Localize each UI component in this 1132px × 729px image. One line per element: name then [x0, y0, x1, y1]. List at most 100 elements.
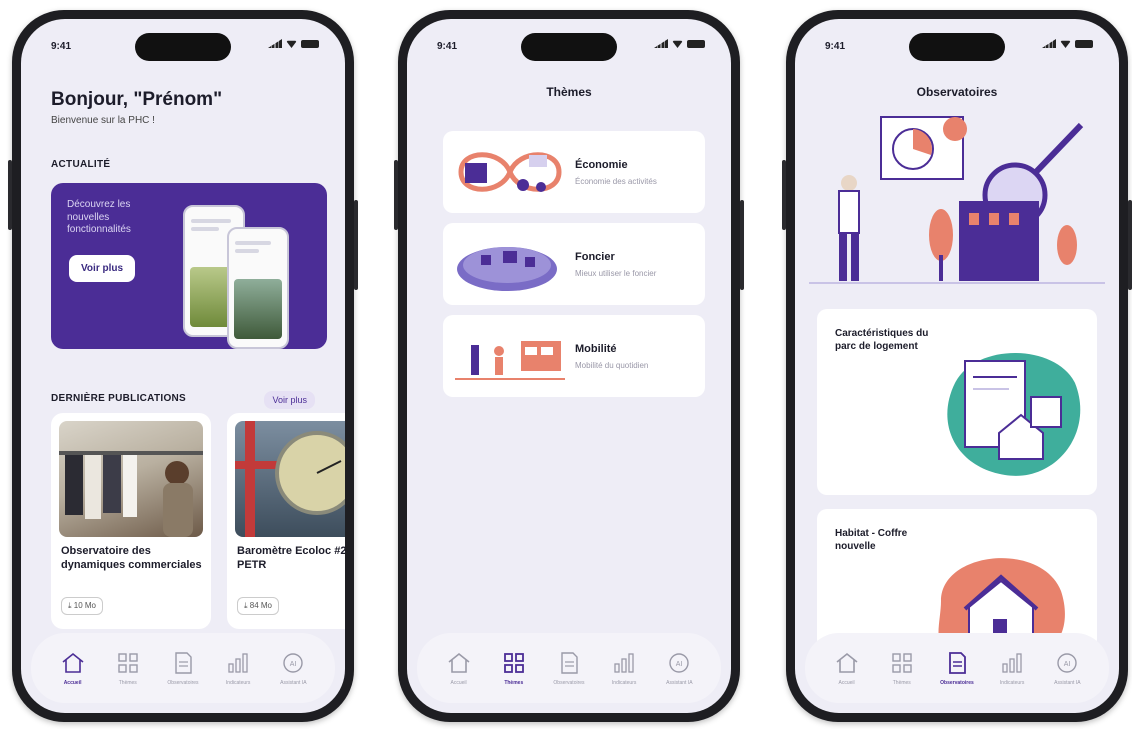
observatoires-screen: 9:41 Observatoires Caractéristiques du p…: [795, 19, 1119, 713]
theme-name: Foncier: [575, 251, 615, 263]
ai-assistant-icon: AI: [669, 653, 690, 673]
phone-home: 9:41 Bonjour, "Prénom" Bienvenue sur la …: [8, 10, 358, 722]
land-illustration: [457, 247, 557, 291]
welcome-subtitle: Bienvenue sur la PHC !: [51, 115, 155, 126]
tab-label: Indicateurs: [999, 680, 1025, 686]
document-icon: [949, 652, 966, 674]
publication-card[interactable]: Baromètre Ecoloc #2 du PETR ⤓ 84 Mo: [227, 413, 345, 629]
home-icon: [836, 652, 858, 673]
svg-text:AI: AI: [290, 661, 297, 668]
home-screen: 9:41 Bonjour, "Prénom" Bienvenue sur la …: [21, 19, 345, 713]
grid-icon: [118, 653, 138, 673]
news-see-more-button[interactable]: Voir plus: [69, 255, 136, 282]
tab-label: Assistant IA: [666, 680, 693, 686]
tab-observatoires[interactable]: Observatoires: [157, 650, 209, 686]
tab-indicateurs[interactable]: Indicateurs: [212, 650, 264, 686]
tab-indicateurs[interactable]: Indicateurs: [986, 650, 1038, 686]
signal-icon: [268, 39, 282, 48]
status-icons: [654, 39, 705, 48]
theme-subtitle: Économie des activités: [575, 177, 657, 186]
tab-themes[interactable]: Thèmes: [488, 650, 540, 686]
theme-name: Mobilité: [575, 343, 617, 355]
publication-download-badge[interactable]: ⤓ 84 Mo: [237, 597, 279, 615]
publication-image-clothes: [59, 421, 203, 537]
tab-label: Thèmes: [892, 680, 911, 686]
publication-size: 84 Mo: [249, 601, 272, 610]
themes-screen: 9:41 Thèmes Économie Économie des activi…: [407, 19, 731, 713]
svg-text:AI: AI: [676, 661, 683, 668]
document-icon: [561, 652, 578, 674]
tab-label: Accueil: [450, 680, 467, 686]
bar-chart-icon: [1002, 653, 1022, 673]
mobility-illustration: [455, 341, 565, 380]
economy-illustration: [458, 152, 562, 192]
phone-observatoires: 9:41 Observatoires Caractéristiques du p…: [782, 10, 1132, 722]
status-time: 9:41: [437, 41, 458, 52]
tab-indicateurs[interactable]: Indicateurs: [598, 650, 650, 686]
wifi-icon: [286, 40, 297, 48]
tab-bar: Accueil Thèmes Observatoires Indicateurs…: [417, 633, 721, 703]
publication-image-gauge: [235, 421, 345, 537]
status-time: 9:41: [51, 41, 72, 52]
battery-icon: [687, 39, 705, 48]
tab-observatoires[interactable]: Observatoires: [543, 650, 595, 686]
theme-subtitle: Mieux utiliser le foncier: [575, 269, 657, 278]
home-icon: [62, 652, 84, 673]
theme-subtitle: Mobilité du quotidien: [575, 361, 649, 370]
ai-assistant-icon: AI: [1057, 653, 1078, 673]
tab-observatoires[interactable]: Observatoires: [931, 650, 983, 686]
battery-icon: [301, 39, 319, 48]
tab-assistant[interactable]: AI Assistant IA: [653, 650, 705, 686]
page-title: Thèmes: [546, 85, 592, 99]
tab-label: Thèmes: [504, 680, 524, 686]
publication-size: 10 Mo: [73, 601, 96, 610]
tab-label: Indicateurs: [611, 680, 637, 686]
svg-text:AI: AI: [1064, 661, 1071, 668]
tab-themes[interactable]: Thèmes: [876, 650, 928, 686]
dynamic-island: [909, 33, 1005, 61]
wifi-icon: [672, 40, 683, 48]
tab-label: Observatoires: [940, 680, 974, 686]
observatory-card[interactable]: Caractéristiques du parc de logement: [817, 309, 1097, 495]
tab-label: Accueil: [63, 680, 82, 686]
pressure-gauge-photo: [235, 421, 345, 537]
theme-card-economie[interactable]: Économie Économie des activités: [443, 131, 705, 213]
tab-label: Thèmes: [118, 680, 137, 686]
observatory-card[interactable]: Habitat - Coffre nouvelle: [817, 509, 1097, 649]
status-icons: [1042, 39, 1093, 48]
home-icon: [448, 652, 470, 673]
news-card[interactable]: Découvrez les nouvelles fonctionnalités …: [51, 183, 327, 349]
tab-label: Observatoires: [167, 680, 199, 686]
tab-bar: Accueil Thèmes Observatoires Indicateurs…: [31, 633, 335, 703]
housing-report-illustration: [947, 353, 1081, 476]
tab-label: Assistant IA: [1054, 680, 1081, 686]
status-icons: [268, 39, 319, 48]
greeting-title: Bonjour, "Prénom": [51, 89, 223, 110]
status-time: 9:41: [825, 41, 846, 52]
publication-title: Baromètre Ecoloc #2 du PETR: [237, 545, 345, 571]
news-card-text: Découvrez les nouvelles fonctionnalités: [67, 199, 131, 235]
bar-chart-icon: [228, 653, 248, 673]
publication-download-badge[interactable]: ⤓ 10 Mo: [61, 597, 103, 615]
tab-home[interactable]: Accueil: [433, 650, 485, 686]
document-icon: [175, 652, 192, 674]
dynamic-island: [521, 33, 617, 61]
tab-home[interactable]: Accueil: [47, 650, 99, 686]
tab-home[interactable]: Accueil: [821, 650, 873, 686]
theme-card-foncier[interactable]: Foncier Mieux utiliser le foncier: [443, 223, 705, 305]
dynamic-island: [135, 33, 231, 61]
tab-bar: Accueil Thèmes Observatoires Indicateurs…: [805, 633, 1109, 703]
page-title: Observatoires: [916, 85, 998, 99]
tab-assistant[interactable]: AI Assistant IA: [267, 650, 319, 686]
publication-card[interactable]: Observatoire des dynamiques commerciales…: [51, 413, 211, 629]
tab-themes[interactable]: Thèmes: [102, 650, 154, 686]
tab-assistant[interactable]: AI Assistant IA: [1041, 650, 1093, 686]
tab-label: Assistant IA: [280, 680, 307, 686]
publications-see-more-link[interactable]: Voir plus: [264, 391, 315, 409]
news-section-label: ACTUALITÉ: [51, 159, 111, 170]
grid-icon: [892, 653, 912, 673]
tab-label: Observatoires: [553, 680, 585, 686]
theme-card-mobilite[interactable]: Mobilité Mobilité du quotidien: [443, 315, 705, 397]
signal-icon: [1042, 39, 1056, 48]
observatory-card-title: Caractéristiques du parc de logement: [835, 328, 929, 352]
